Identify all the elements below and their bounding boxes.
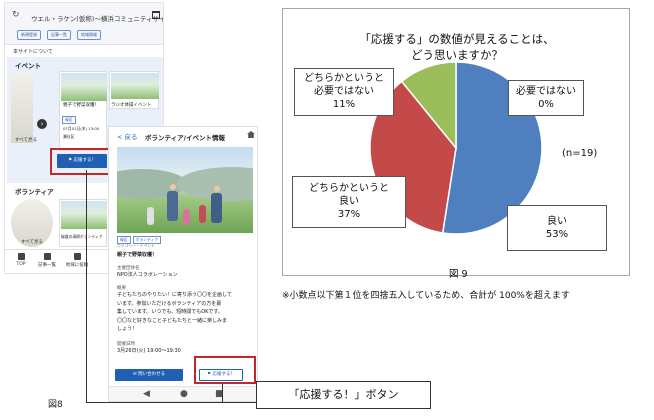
photo-person-2 xyxy=(211,193,222,223)
inquiry-button[interactable]: ✉ 問い合わせる xyxy=(115,369,183,381)
list-icon xyxy=(43,253,51,260)
nav-top[interactable]: TOP xyxy=(7,253,35,267)
connector-line-right xyxy=(222,384,224,403)
tab-area[interactable]: 地域情報 xyxy=(77,30,101,40)
sample-size-label: (n=19) xyxy=(562,148,598,159)
event-card-2-title: ラジオ体操イベント xyxy=(111,103,152,108)
overview-line: います。参加いただけるボランティアの方を募 xyxy=(117,300,222,307)
figure-8-label: 図8 xyxy=(48,400,63,410)
label-slightly-unnecessary: どちらかというと 必要ではない 11% xyxy=(294,68,394,116)
tab-register[interactable]: 新規登録 xyxy=(17,30,41,40)
tab-articles[interactable]: 記事一覧 xyxy=(47,30,71,40)
nav-top-label: TOP xyxy=(16,262,26,267)
slice-name: 必要ではない xyxy=(314,86,374,97)
overview-line: 子どもたちのやりたい！に寄り添う〇〇を企画して xyxy=(117,292,232,298)
event-section-title: イベント xyxy=(15,62,41,70)
volunteer-section-title: ボランティア xyxy=(15,188,54,196)
photo-head-2 xyxy=(213,186,220,192)
photo-head-1 xyxy=(169,184,176,190)
home-icon xyxy=(17,253,25,260)
header-tabs: 新規登録 記事一覧 地域情報 xyxy=(17,30,101,40)
nav-articles-label: 記事一覧 xyxy=(38,263,56,268)
chart-footnote: ※小数点以下第１位を四捨五入しているため、合計が 100%を超えます xyxy=(282,291,570,301)
label-unnecessary: 必要ではない 0% xyxy=(508,80,584,116)
event-card-1-tag: 緑区 xyxy=(62,116,76,124)
home-soft-icon[interactable]: ● xyxy=(180,389,188,399)
detail-heading: 親子で野菜収穫！ xyxy=(117,252,158,258)
event-card-1-image xyxy=(61,73,107,101)
detail-title: ボランティア/イベント情報 xyxy=(145,134,225,142)
see-all-volunteer[interactable]: すべて見る xyxy=(21,239,43,245)
detail-category: カテゴリー・イベント xyxy=(117,243,155,248)
overview-line: しょう！ xyxy=(117,326,138,333)
back-soft-icon[interactable]: ◀ xyxy=(143,389,150,399)
datetime-value: 3月26日(火) 19:00～19:30 xyxy=(117,348,181,354)
photo-child-3 xyxy=(199,205,206,223)
slice-pct: 11% xyxy=(332,99,356,110)
label-slightly-good: どちらかというと 良い 37% xyxy=(292,176,406,228)
photo-child-1 xyxy=(147,207,154,225)
slice-name: 良い xyxy=(547,216,567,227)
inquiry-button-label: 問い合わせる xyxy=(138,372,166,377)
home-icon[interactable] xyxy=(247,131,255,138)
figure-9-label: 図 9 xyxy=(449,269,468,280)
event-card-1-date: 07月01日(木) 13:00 xyxy=(63,126,100,131)
nav-articles[interactable]: 記事一覧 xyxy=(33,253,61,268)
slice-pct: 53% xyxy=(545,229,569,240)
event-card-1-place: 瀬谷区 xyxy=(63,134,75,139)
volunteer-card-title: 緑道の清掃ボランティア xyxy=(61,234,103,239)
event-photo xyxy=(117,147,253,233)
slice-pct: 0% xyxy=(538,99,554,110)
android-nav-bar: ◀ ● ■ xyxy=(109,386,257,401)
refresh-icon[interactable]: ↻ xyxy=(12,10,20,20)
volunteer-card-image xyxy=(61,201,107,229)
event-card-2-image xyxy=(111,73,159,99)
label-good: 良い 53% xyxy=(507,205,607,251)
app-title: ウエル・ラケン(仮称)～横浜コミュニティサイト～ xyxy=(31,15,164,23)
organizer-name: NPO法人コラボレーション xyxy=(117,272,178,278)
connector-line-left xyxy=(86,170,88,403)
slice-pct: 37% xyxy=(337,209,361,220)
photo-person-1 xyxy=(167,191,178,221)
support-button-highlight xyxy=(50,148,114,175)
connector-line-bottom xyxy=(86,402,256,404)
overview-line: 集しています。いつでも、短時間でもOKです。 xyxy=(117,309,223,316)
nav-post-label: 地域に投稿 xyxy=(65,263,89,268)
overview-text: 子どもたちのやりたい！に寄り添う〇〇を企画して います。参加いただけるボランティ… xyxy=(117,291,232,334)
overview-line: 〇〇など好きなこと子どもたちと一緒に楽しみま xyxy=(117,317,228,324)
slice-name: 良い xyxy=(339,196,359,207)
back-link[interactable]: < 戻る xyxy=(117,131,138,141)
event-card-1-title: 親子で野菜収穫！ xyxy=(63,103,99,108)
slice-name: 必要ではない xyxy=(516,86,576,97)
photo-child-2 xyxy=(183,209,190,225)
see-all-events[interactable]: すべて見る xyxy=(15,137,37,143)
post-icon xyxy=(73,253,81,260)
support-button-callout: 「応援する！」ボタン xyxy=(256,381,431,409)
about-link[interactable]: 本サイトについて xyxy=(13,48,53,55)
app-header: ↻ ウエル・ラケン(仮称)～横浜コミュニティサイト～ 新規登録 記事一覧 地域情… xyxy=(5,3,164,45)
detail-support-highlight xyxy=(194,356,256,384)
carousel-right-arrow-icon[interactable]: › xyxy=(37,119,47,129)
calendar-icon[interactable] xyxy=(152,11,160,19)
slice-name: どちらかというと xyxy=(304,73,384,84)
slice-name: どちらかというと xyxy=(309,183,389,194)
event-card-prev-image xyxy=(11,73,33,143)
